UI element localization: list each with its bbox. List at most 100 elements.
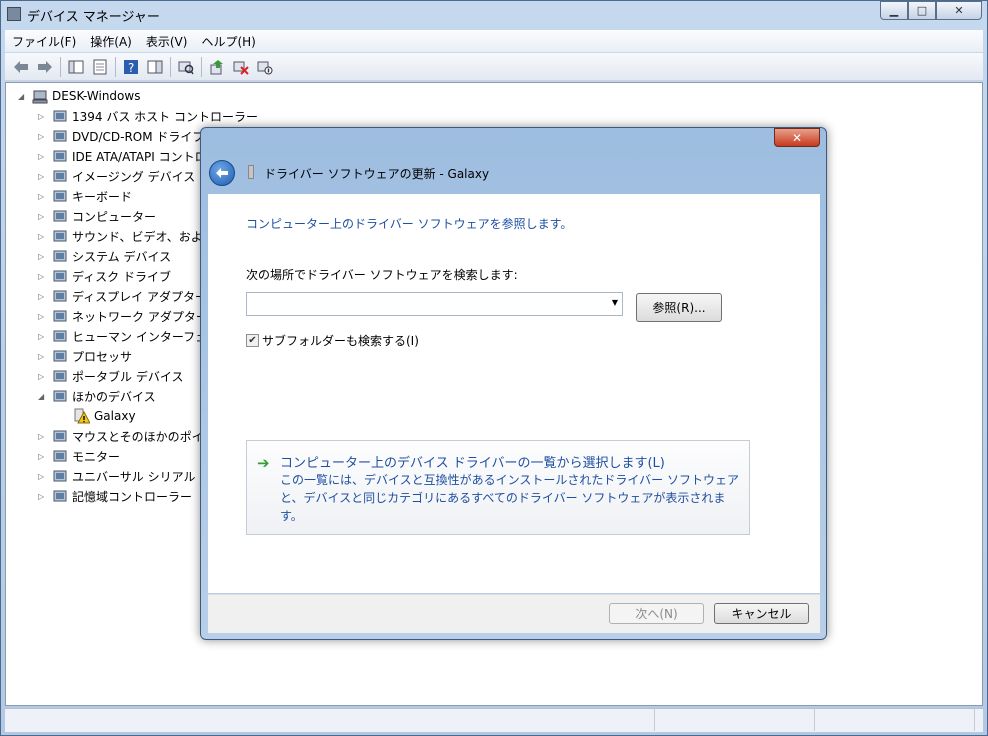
dropdown-arrow-icon[interactable]: ▼ (612, 298, 618, 307)
include-subfolders-checkbox[interactable]: ✔ (246, 334, 259, 347)
tree-category-item[interactable]: ▷ モニター (38, 446, 120, 466)
browse-button[interactable]: 参照(R)... (636, 293, 722, 322)
show-hide-console-tree-icon[interactable] (66, 57, 86, 77)
dvd-drive-icon (52, 128, 68, 144)
display-adapter-icon (52, 288, 68, 304)
expand-arrow-icon[interactable]: ▷ (38, 152, 48, 161)
storage-controller-icon (52, 488, 68, 504)
toolbar-separator (115, 56, 116, 77)
menu-action[interactable]: 操作(A) (83, 33, 139, 50)
dialog-body: コンピューター上のドライバー ソフトウェアを参照します。 次の場所でドライバー … (208, 194, 820, 593)
forward-arrow-icon[interactable] (35, 57, 55, 77)
expand-arrow-icon[interactable]: ▷ (38, 292, 48, 301)
include-subfolders-option[interactable]: ✔ サブフォルダーも検索する(I) (246, 332, 419, 349)
pick-from-list-title: コンピューター上のデバイス ドライバーの一覧から選択します(L) (280, 456, 665, 471)
tree-category-item[interactable]: ▷ ポータブル デバイス (38, 366, 183, 386)
collapse-arrow-icon[interactable]: ◢ (38, 392, 48, 401)
tree-item-label: キーボード (72, 189, 133, 204)
tree-category-item[interactable]: ▷ ネットワーク アダプター (38, 306, 208, 326)
expand-arrow-icon[interactable]: ▷ (38, 272, 48, 281)
status-cell (815, 709, 975, 731)
tree-category-item[interactable]: ▷ DVD/CD-ROM ドライブ (38, 126, 204, 146)
tree-item-label: プロセッサ (72, 349, 133, 364)
expand-arrow-icon[interactable]: ▷ (38, 232, 48, 241)
dialog-close-button[interactable]: ✕ (774, 128, 820, 147)
expand-arrow-icon[interactable]: ▷ (38, 212, 48, 221)
cancel-button[interactable]: キャンセル (714, 603, 809, 624)
tree-category-item[interactable]: ◢ ほかのデバイス (38, 386, 156, 406)
tree-category-item[interactable]: ▷ システム デバイス (38, 246, 171, 266)
update-driver-icon[interactable] (207, 57, 227, 77)
menu-view[interactable]: 表示(V) (139, 33, 195, 50)
update-driver-dialog: ✕ ドライバー ソフトウェアの更新 - Galaxy コンピューター上のドライバ… (200, 127, 827, 640)
expand-arrow-icon[interactable]: ▷ (38, 432, 48, 441)
close-button[interactable]: ✕ (936, 1, 982, 20)
monitor-icon (52, 448, 68, 464)
tree-item-label: モニター (72, 449, 121, 464)
expand-arrow-icon[interactable]: ▷ (38, 312, 48, 321)
scan-hardware-icon[interactable] (176, 57, 196, 77)
help-icon[interactable]: ? (121, 57, 141, 77)
tree-category-item[interactable]: ▷ ディスク ドライブ (38, 266, 171, 286)
device-icon (248, 165, 254, 179)
uninstall-device-icon[interactable] (231, 57, 251, 77)
status-cell (5, 709, 655, 731)
tree-category-item[interactable]: ▷ イメージング デバイス (38, 166, 195, 186)
expand-arrow-icon[interactable]: ▷ (38, 492, 48, 501)
back-button[interactable] (209, 160, 235, 186)
tree-item-label: ディスプレイ アダプター (72, 289, 207, 304)
tree-category-item[interactable]: ▷ 記憶域コントローラー (38, 486, 192, 506)
tree-root-label: DESK-Windows (52, 89, 141, 103)
dialog-footer: 次へ(N) キャンセル (208, 594, 820, 633)
menu-help[interactable]: ヘルプ(H) (194, 33, 262, 50)
expand-arrow-icon[interactable]: ▷ (38, 452, 48, 461)
collapse-arrow-icon[interactable]: ◢ (18, 92, 28, 101)
status-bar (5, 708, 983, 732)
expand-arrow-icon[interactable]: ▷ (38, 192, 48, 201)
expand-arrow-icon[interactable]: ▷ (38, 172, 48, 181)
title-bar[interactable]: デバイス マネージャー ▁ □ ✕ (1, 1, 987, 27)
mouse-icon (52, 428, 68, 444)
expand-arrow-icon[interactable]: ▷ (38, 112, 48, 121)
expand-arrow-icon[interactable]: ▷ (38, 372, 48, 381)
action-pane-icon[interactable] (145, 57, 165, 77)
tree-item-label: ネットワーク アダプター (72, 309, 208, 324)
expand-arrow-icon[interactable]: ▷ (38, 132, 48, 141)
properties-sheet-icon[interactable] (90, 57, 110, 77)
pick-from-list-option[interactable]: ➔ コンピューター上のデバイス ドライバーの一覧から選択します(L) この一覧に… (246, 440, 750, 535)
processor-icon (52, 348, 68, 364)
toolbar-separator (170, 56, 171, 77)
minimize-button[interactable]: ▁ (880, 1, 908, 20)
tree-item-label: システム デバイス (72, 249, 172, 264)
tree-item-label: ディスク ドライブ (72, 269, 171, 284)
tree-category-item[interactable]: ▷ 1394 バス ホスト コントローラー (38, 106, 258, 126)
tree-item-label: 1394 バス ホスト コントローラー (72, 109, 258, 124)
green-arrow-icon: ➔ (257, 454, 270, 472)
dialog-title: ドライバー ソフトウェアの更新 - Galaxy (264, 167, 490, 181)
expand-arrow-icon[interactable]: ▷ (38, 332, 48, 341)
toolbar: ? (5, 53, 983, 81)
computer-icon (32, 88, 48, 104)
expand-arrow-icon[interactable]: ▷ (38, 252, 48, 261)
tree-category-item[interactable]: ▷ コンピューター (38, 206, 156, 226)
maximize-button[interactable]: □ (908, 1, 936, 20)
toolbar-separator (201, 56, 202, 77)
status-cell (655, 709, 815, 731)
expand-arrow-icon[interactable]: ▷ (38, 472, 48, 481)
next-button[interactable]: 次へ(N) (609, 603, 704, 624)
tree-category-item[interactable]: ▷ プロセッサ (38, 346, 132, 366)
disable-device-icon[interactable] (255, 57, 275, 77)
svg-text:?: ? (128, 61, 134, 75)
tree-category-item[interactable]: ▷ ディスプレイ アダプター (38, 286, 207, 306)
tree-category-item[interactable]: ▷ キーボード (38, 186, 132, 206)
menu-file[interactable]: ファイル(F) (5, 33, 83, 50)
tree-child-item[interactable]: Galaxy (60, 406, 136, 426)
back-arrow-icon[interactable] (11, 57, 31, 77)
usb-icon (52, 468, 68, 484)
tree-root[interactable]: ◢ DESK-Windows (18, 86, 140, 106)
system-device-icon (52, 248, 68, 264)
search-path-combobox[interactable]: ▼ (246, 292, 623, 316)
expand-arrow-icon[interactable]: ▷ (38, 352, 48, 361)
firewire-icon (52, 108, 68, 124)
keyboard-icon (52, 188, 68, 204)
